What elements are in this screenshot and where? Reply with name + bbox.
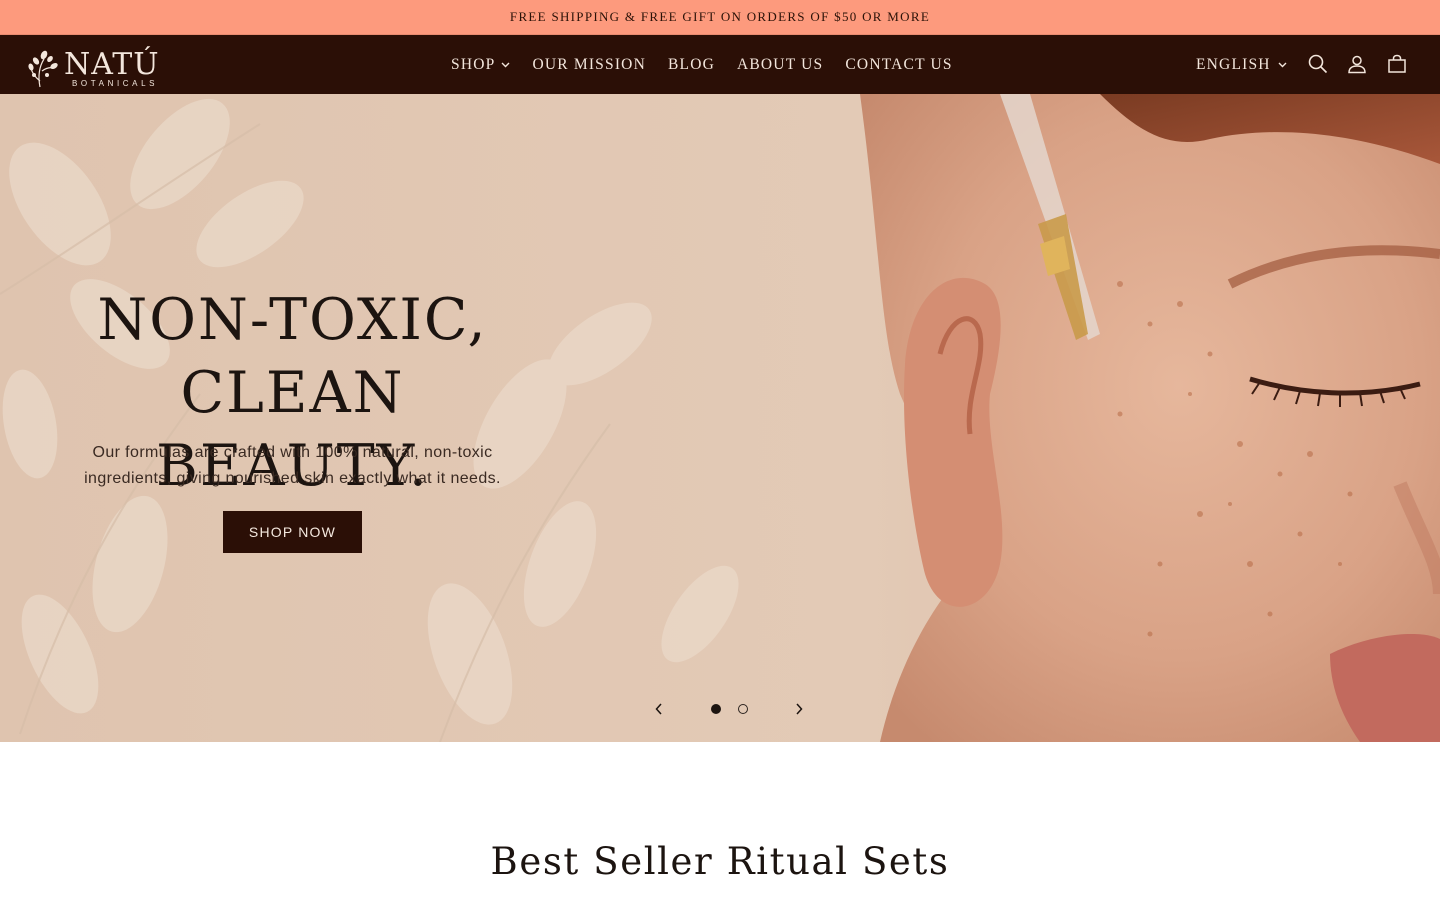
search-icon[interactable]	[1306, 52, 1330, 76]
hero-subtitle: Our formulas are crafted with 100% natur…	[84, 444, 501, 487]
nav-contact-us[interactable]: CONTACT US	[834, 56, 963, 74]
slideshow-controls	[640, 692, 818, 726]
hero-title-line1: NON-TOXIC,	[97, 287, 488, 353]
nav-our-mission-label: OUR MISSION	[532, 55, 646, 73]
nav-our-mission[interactable]: OUR MISSION	[521, 56, 657, 74]
nav-blog[interactable]: BLOG	[657, 56, 726, 74]
main-nav: SHOP OUR MISSION BLOG ABOUT US CONTACT U…	[440, 35, 964, 94]
chevron-right-icon	[796, 703, 803, 715]
announcement-text: FREE SHIPPING & FREE GIFT ON ORDERS OF $…	[509, 9, 931, 24]
shop-now-button[interactable]: SHOP NOW	[223, 511, 362, 553]
language-label: ENGLISH	[1196, 55, 1271, 73]
section-title: Best Seller Ritual Sets	[490, 840, 950, 883]
slide-dot-1[interactable]	[710, 704, 721, 714]
logo-wordmark: NATÚ	[64, 46, 160, 82]
brand-logo[interactable]: NATÚ BOTANICALS	[26, 41, 178, 89]
nav-contact-us-label: CONTACT US	[845, 55, 953, 73]
announcement-bar: FREE SHIPPING & FREE GIFT ON ORDERS OF $…	[0, 0, 1440, 35]
chevron-left-icon	[655, 703, 662, 715]
nav-blog-label: BLOG	[667, 55, 715, 73]
nav-about-us[interactable]: ABOUT US	[726, 56, 834, 74]
slide-dots	[702, 704, 756, 714]
nav-shop[interactable]: SHOP	[440, 56, 521, 74]
account-icon[interactable]	[1345, 52, 1369, 76]
logo-subtext: BOTANICALS	[72, 79, 158, 88]
cart-icon[interactable]	[1385, 52, 1409, 76]
nav-about-us-label: ABOUT US	[736, 55, 824, 73]
next-slide-button[interactable]	[780, 692, 818, 726]
nav-shop-label: SHOP	[451, 55, 496, 73]
site-header: NATÚ BOTANICALS SHOP OUR MISSION BLOG AB…	[0, 35, 1440, 94]
chevron-down-icon	[501, 62, 510, 67]
hero-slideshow: NON-TOXIC, CLEAN BEAUTY. Our formulas ar…	[0, 94, 1440, 742]
slide-dot-2[interactable]	[737, 704, 748, 714]
chevron-down-icon	[1278, 62, 1287, 67]
language-selector[interactable]: ENGLISH	[1196, 35, 1287, 94]
previous-slide-button[interactable]	[640, 692, 678, 726]
